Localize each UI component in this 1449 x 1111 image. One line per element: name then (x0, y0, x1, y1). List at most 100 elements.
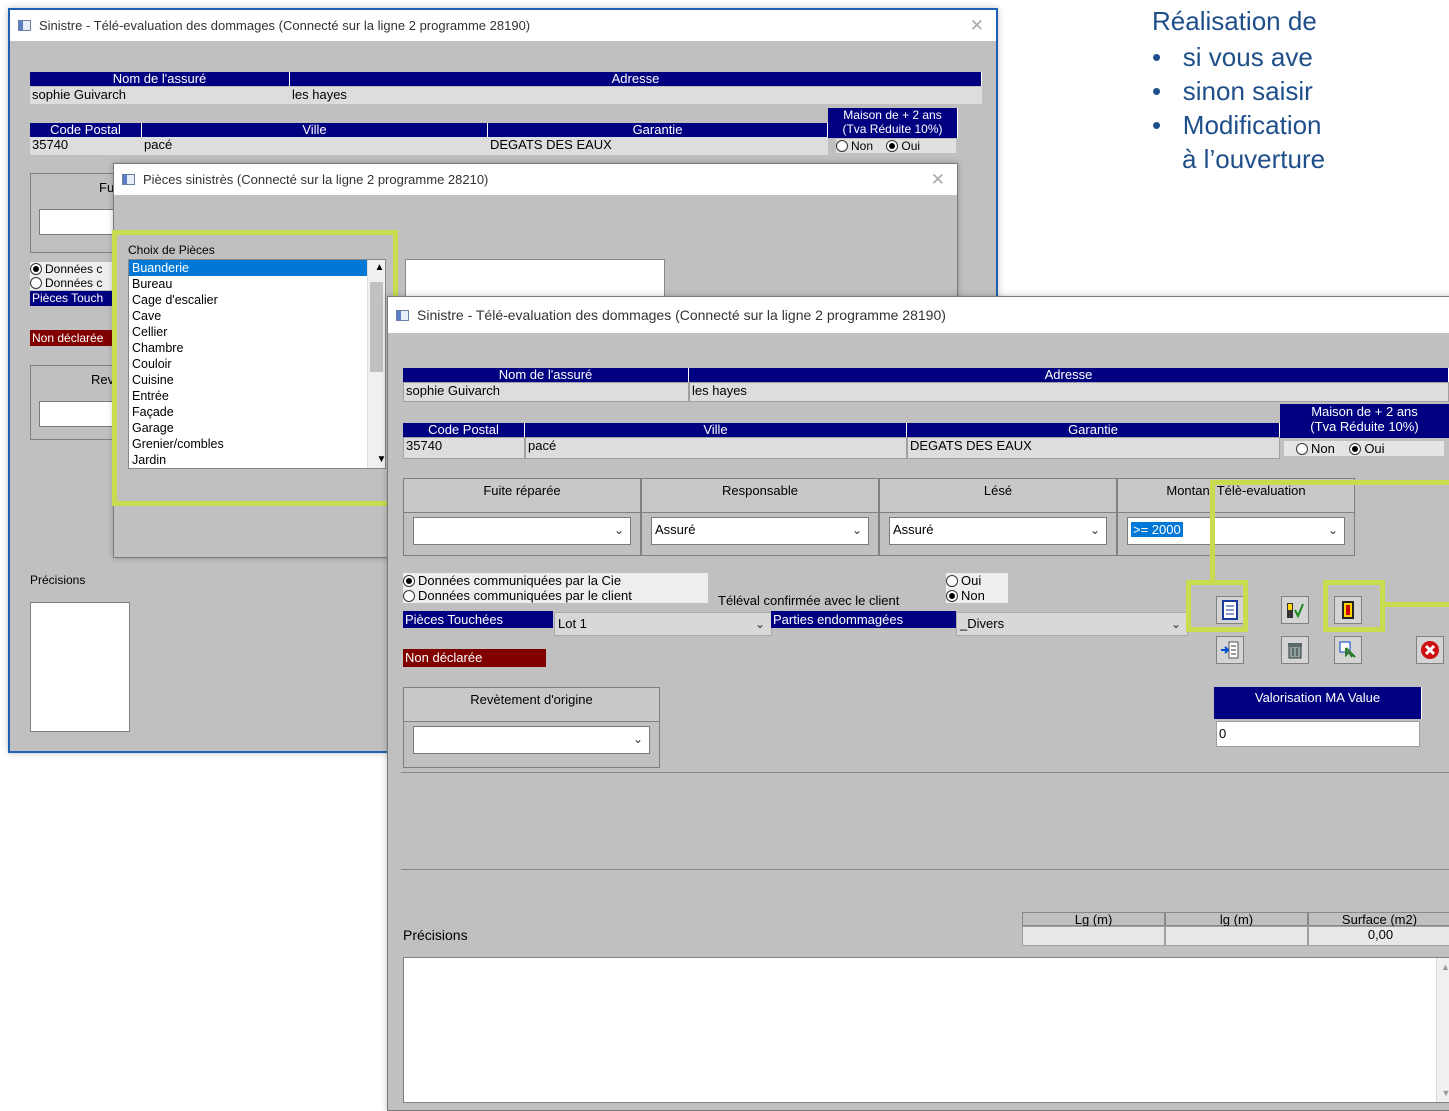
cp-header: Code Postal (30, 123, 142, 137)
import-list-icon[interactable] (1216, 636, 1244, 664)
adresse-header: Adresse (290, 72, 982, 86)
front-window-title: Sinistre - Télé-evaluation des dommages … (417, 307, 946, 323)
radio-non[interactable] (1296, 443, 1308, 455)
ville-header: Ville (525, 423, 907, 437)
chevron-down-icon: ⌄ (851, 523, 862, 537)
fuite-combo[interactable]: ⌄ (413, 517, 631, 545)
precisions-label: Précisions (403, 927, 468, 943)
scroll-down-icon[interactable]: ▼ (1437, 1088, 1449, 1098)
chevron-down-icon: ⌄ (754, 617, 765, 631)
valorisation-header: Valorisation MA Value (1214, 687, 1422, 719)
ville-field[interactable]: pacé (525, 437, 907, 459)
radio-oui[interactable] (1349, 443, 1362, 455)
responsable-combo[interactable]: Assuré ⌄ (651, 517, 869, 545)
cp-header: Code Postal (403, 423, 525, 437)
fuite-group: Fuite réparée ⌄ (403, 478, 641, 556)
cp-field[interactable]: 35740 (403, 437, 525, 459)
pieces-touchees-label: Pièces Touchées (403, 611, 553, 628)
app-icon (122, 174, 135, 185)
lese-combo[interactable]: Assuré ⌄ (889, 517, 1107, 545)
radio-on-icon (30, 263, 42, 275)
chevron-down-icon: ⌄ (632, 732, 643, 746)
nom-field[interactable]: sophie Guivarch (403, 382, 689, 402)
slide-bullet-1: • si vous ave (1152, 42, 1313, 72)
lese-group: Lésé Assuré ⌄ (879, 478, 1117, 556)
revetement-combo[interactable]: ⌄ (413, 726, 650, 754)
back-precisions-label: Précisions (30, 573, 86, 587)
garantie-header: Garantie (907, 423, 1280, 437)
lg2-field[interactable] (1165, 926, 1308, 946)
textarea-scrollbar[interactable]: ▲ ▼ (1436, 958, 1449, 1102)
garantie-field[interactable]: DEGATS DES EAUX (488, 137, 828, 155)
non-declaree-badge: Non déclarée (403, 649, 546, 667)
front-window: Sinistre - Télé-evaluation des dommages … (387, 296, 1449, 1111)
back-window-title: Sinistre - Télé-evaluation des dommages … (39, 18, 531, 33)
calculator-highlight (1323, 580, 1385, 632)
adresse-field[interactable]: les hayes (290, 87, 982, 104)
montant-group: Montant Télè-evaluation >= 2000 ⌄ (1117, 478, 1355, 556)
parties-combo[interactable]: _Divers ⌄ (956, 612, 1188, 636)
adresse-header: Adresse (689, 368, 1449, 382)
radio-televal-oui[interactable] (946, 575, 958, 587)
close-red-icon[interactable] (1416, 636, 1444, 664)
trash-icon[interactable] (1281, 636, 1309, 664)
garantie-header: Garantie (488, 123, 828, 137)
adresse-field[interactable]: les hayes (689, 382, 1449, 402)
slide-heading: Réalisation de (1152, 6, 1317, 36)
radio-client[interactable] (403, 590, 415, 602)
lg2-header: lg (m) (1165, 912, 1308, 927)
donnees-radio-group[interactable]: Données communiquées par la Cie Données … (403, 573, 708, 603)
lg-field[interactable] (1022, 926, 1165, 946)
radio-cie[interactable] (403, 575, 415, 587)
pieces-dialog-titlebar[interactable]: Pièces sinistrès (Connecté sur la ligne … (114, 164, 957, 195)
back-precisions-textarea[interactable] (30, 602, 130, 732)
pieces-combo[interactable]: Lot 1 ⌄ (554, 612, 772, 636)
maison-radio-group[interactable]: Non Oui (836, 139, 956, 153)
rev-combo[interactable] (39, 401, 123, 427)
nom-field[interactable]: sophie Guivarch (30, 87, 290, 104)
calculator-connector (1385, 602, 1449, 607)
lg-header: Lg (m) (1022, 912, 1165, 927)
validate-icon[interactable] (1281, 596, 1309, 624)
radio-non[interactable] (836, 140, 848, 152)
montant-highlight-v (1210, 480, 1215, 580)
front-window-titlebar[interactable]: Sinistre - Télé-evaluation des dommages … (388, 297, 1449, 333)
fu-combo[interactable] (39, 209, 123, 235)
responsable-label: Responsable (642, 479, 878, 513)
montant-combo[interactable]: >= 2000 ⌄ (1127, 517, 1345, 545)
back-non-declaree: Non déclarée (30, 330, 122, 346)
pointer-edit-icon[interactable] (1334, 636, 1362, 664)
back-pieces-label: Pièces Touch (30, 291, 122, 306)
valorisation-field[interactable]: 0 (1216, 721, 1420, 747)
document-highlight (1186, 580, 1248, 632)
ville-field[interactable]: pacé (142, 137, 488, 155)
garantie-field[interactable]: DEGATS DES EAUX (907, 437, 1280, 459)
chevron-down-icon: ⌄ (613, 523, 624, 537)
scroll-up-icon[interactable]: ▲ (1437, 962, 1449, 972)
chevron-down-icon: ⌄ (1327, 523, 1338, 537)
surface-field[interactable]: 0,00 (1308, 926, 1449, 946)
close-icon[interactable]: ✕ (931, 170, 945, 190)
chevron-down-icon: ⌄ (1089, 523, 1100, 537)
radio-televal-non[interactable] (946, 590, 958, 602)
maison-header: Maison de + 2 ans (Tva Réduite 10%) (828, 108, 958, 138)
ville-header: Ville (142, 123, 488, 137)
separator (401, 772, 1449, 773)
televal-radio-group[interactable]: Oui Non (946, 573, 1008, 603)
back-window-titlebar[interactable]: Sinistre - Télé-evaluation des dommages … (10, 10, 996, 41)
maison-header: Maison de + 2 ans (Tva Réduite 10%) (1280, 404, 1449, 438)
televal-label: Téléval confirmée avec le client (718, 593, 900, 608)
cp-field[interactable]: 35740 (30, 137, 142, 155)
responsable-group: Responsable Assuré ⌄ (641, 478, 879, 556)
separator (401, 869, 1449, 870)
fuite-label: Fuite réparée (404, 479, 640, 513)
app-icon (18, 20, 31, 31)
montant-highlight (1210, 480, 1449, 485)
radio-oui[interactable] (886, 140, 899, 152)
nom-header: Nom de l'assuré (30, 72, 290, 86)
close-icon[interactable]: ✕ (970, 16, 984, 36)
maison-radio-group[interactable]: Non Oui (1284, 441, 1444, 456)
fu-label: Fu (99, 180, 115, 195)
precisions-textarea[interactable]: ▲ ▼ (403, 957, 1449, 1103)
back-donnees-cie[interactable]: Données c Données c (30, 262, 122, 290)
